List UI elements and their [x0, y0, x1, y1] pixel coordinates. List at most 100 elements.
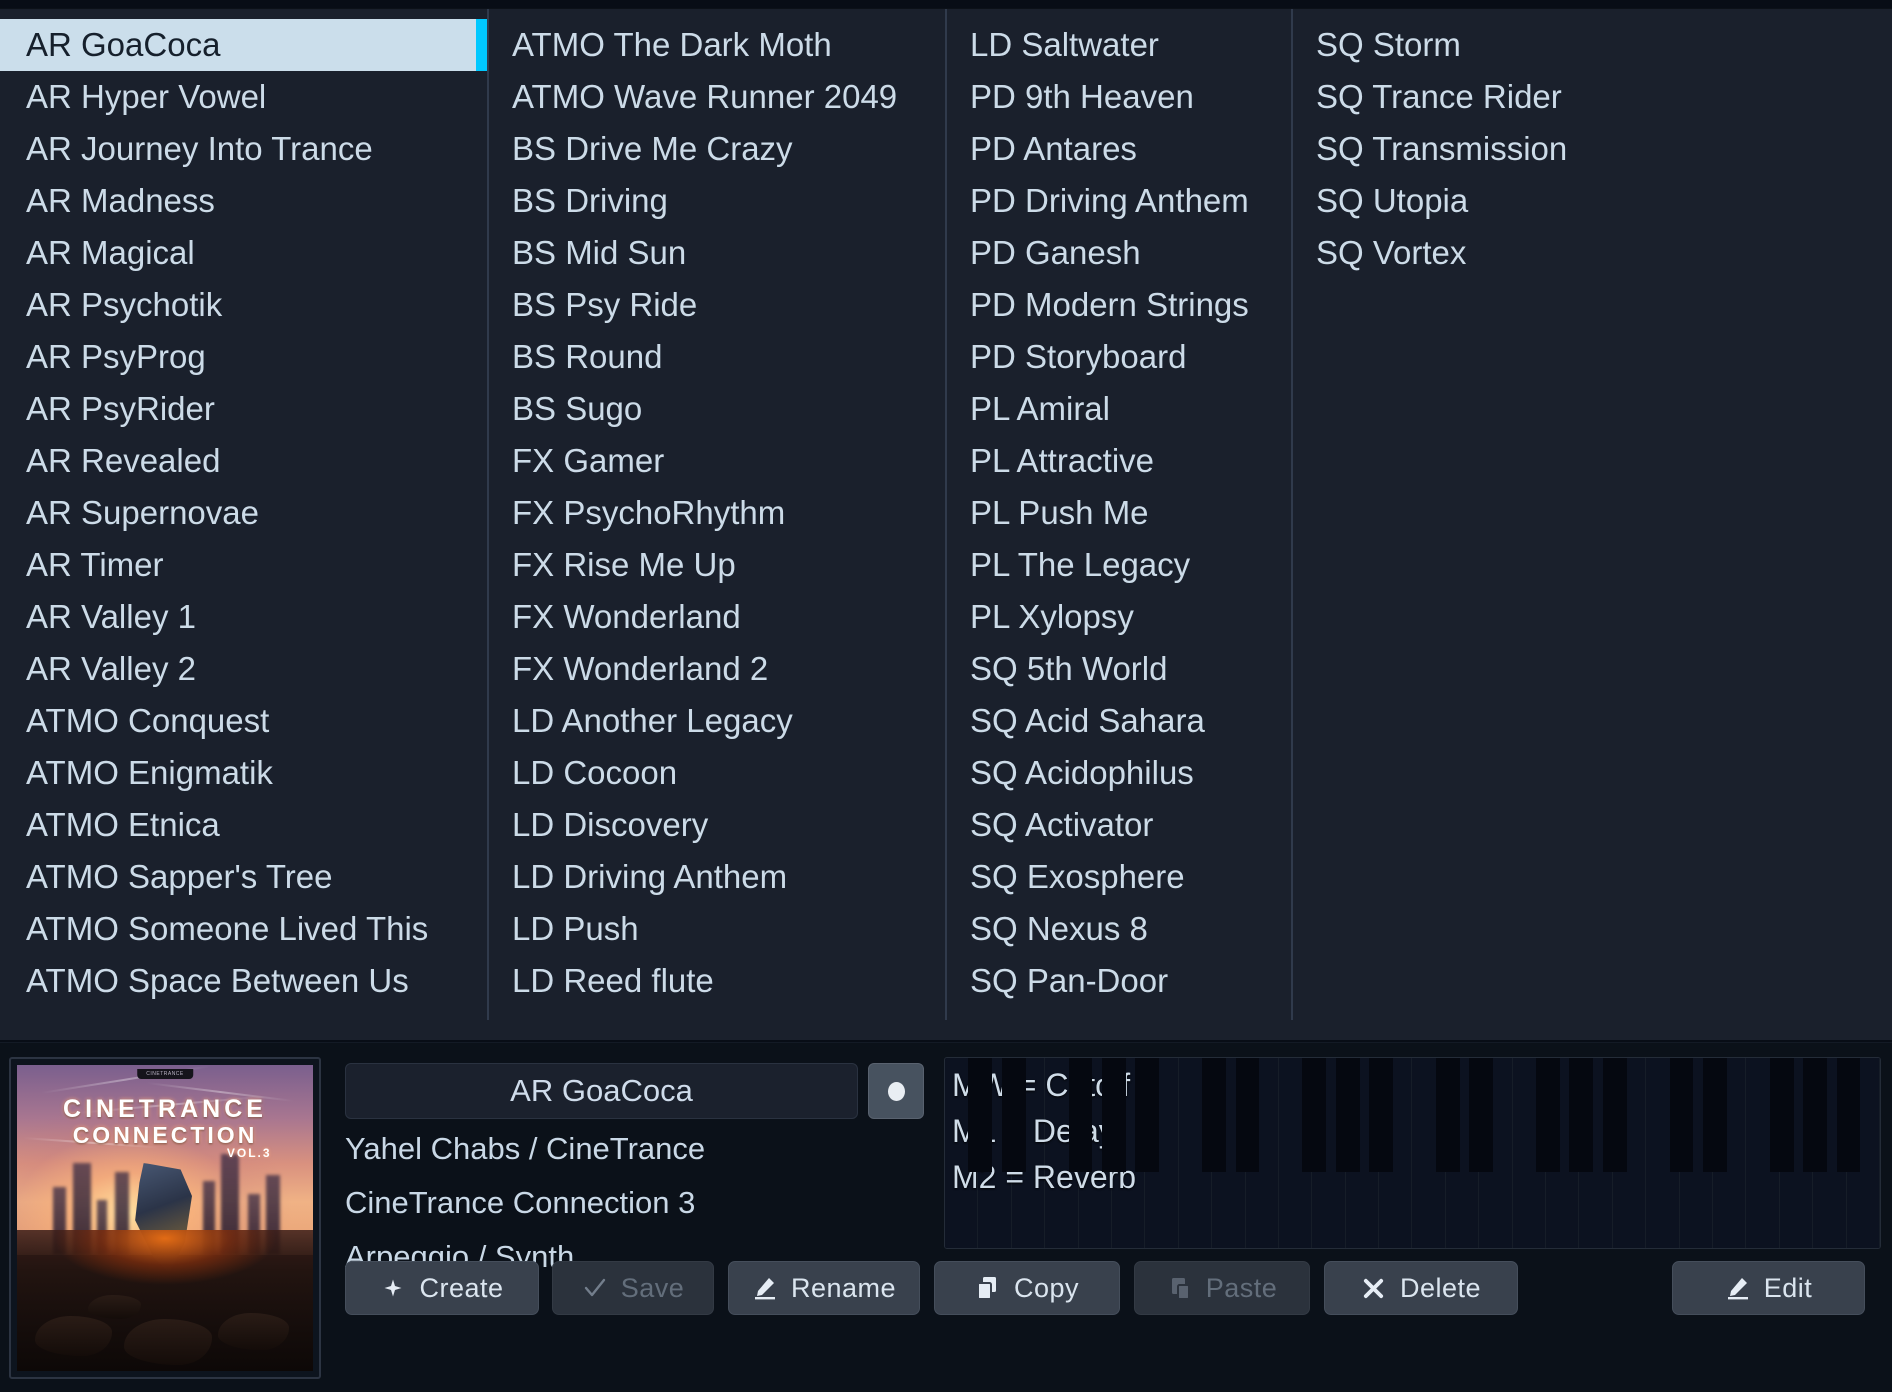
preset-list-panel: AR GoaCoca AR Hyper Vowel AR Journey Into …: [0, 8, 1892, 1040]
preset-list-item[interactable]: SQ Acidophilus: [946, 747, 1292, 799]
preset-list-item[interactable]: BS Psy Ride: [488, 279, 946, 331]
preset-list-item[interactable]: SQ Utopia: [1292, 175, 1892, 227]
preset-list-item-selected[interactable]: AR GoaCoca: [0, 19, 488, 71]
preset-list-item[interactable]: AR Journey Into Trance: [0, 123, 488, 175]
preset-list-item[interactable]: SQ Activator: [946, 799, 1292, 851]
piano-black-key[interactable]: [1302, 1058, 1327, 1172]
preset-list-item[interactable]: BS Round: [488, 331, 946, 383]
preset-list-item[interactable]: PD Modern Strings: [946, 279, 1292, 331]
piano-black-key[interactable]: [1602, 1058, 1627, 1172]
copy-button[interactable]: Copy: [934, 1261, 1120, 1315]
preset-list-item[interactable]: LD Discovery: [488, 799, 946, 851]
preset-list-item[interactable]: BS Mid Sun: [488, 227, 946, 279]
piano-black-key[interactable]: [1769, 1058, 1794, 1172]
preset-list-item[interactable]: LD Reed flute: [488, 955, 946, 1007]
preset-list-item[interactable]: PD Antares: [946, 123, 1292, 175]
preset-list-item[interactable]: PL Xylopsy: [946, 591, 1292, 643]
artwork-brand-tag: CINETRANCE: [137, 1068, 193, 1079]
piano-black-key[interactable]: [1101, 1058, 1126, 1172]
preset-list-item[interactable]: AR Revealed: [0, 435, 488, 487]
preset-list-item[interactable]: SQ Pan-Door: [946, 955, 1292, 1007]
preset-list-item[interactable]: AR Valley 2: [0, 643, 488, 695]
piano-black-key[interactable]: [1235, 1058, 1260, 1172]
preset-name-field[interactable]: AR GoaCoca: [345, 1063, 858, 1119]
preset-list-item[interactable]: AR PsyProg: [0, 331, 488, 383]
save-button[interactable]: Save: [552, 1261, 714, 1315]
piano-black-key[interactable]: [1803, 1058, 1828, 1172]
preset-list-item[interactable]: ATMO Space Between Us: [0, 955, 488, 1007]
preset-list-item[interactable]: AR Timer: [0, 539, 488, 591]
preset-list-item[interactable]: FX Wonderland: [488, 591, 946, 643]
piano-black-key[interactable]: [1836, 1058, 1861, 1172]
preset-list-item[interactable]: AR Hyper Vowel: [0, 71, 488, 123]
preset-list-item[interactable]: AR Madness: [0, 175, 488, 227]
piano-black-key[interactable]: [968, 1058, 993, 1172]
preset-list-item[interactable]: LD Cocoon: [488, 747, 946, 799]
preset-list-item[interactable]: PD Ganesh: [946, 227, 1292, 279]
rename-button-label: Rename: [790, 1272, 897, 1303]
preset-list-item[interactable]: BS Drive Me Crazy: [488, 123, 946, 175]
piano-black-key[interactable]: [1569, 1058, 1594, 1172]
preset-list-item[interactable]: FX Wonderland 2: [488, 643, 946, 695]
preset-detail-panel: CINETRANCE CINETRANCE CONNECTION VOL.3 A…: [0, 1042, 1892, 1392]
preset-list-item[interactable]: SQ Acid Sahara: [946, 695, 1292, 747]
preset-action-bar: Create Save Rename Copy Paste Delete Edi…: [0, 1261, 1892, 1327]
preset-list-item[interactable]: FX Rise Me Up: [488, 539, 946, 591]
preset-list-item[interactable]: AR PsyRider: [0, 383, 488, 435]
preset-list-item[interactable]: AR Magical: [0, 227, 488, 279]
preset-list-item[interactable]: SQ Transmission: [1292, 123, 1892, 175]
preset-list-item[interactable]: ATMO Etnica: [0, 799, 488, 851]
preset-list-item[interactable]: ATMO Enigmatik: [0, 747, 488, 799]
preset-list-item[interactable]: PD Storyboard: [946, 331, 1292, 383]
preset-list-item[interactable]: LD Another Legacy: [488, 695, 946, 747]
piano-black-key[interactable]: [1703, 1058, 1727, 1172]
pencil-icon: [1725, 1275, 1751, 1301]
preset-list-item[interactable]: FX Gamer: [488, 435, 946, 487]
preset-list-item[interactable]: ATMO Wave Runner 2049: [488, 71, 946, 123]
piano-black-key[interactable]: [1068, 1058, 1093, 1172]
preset-list-item[interactable]: LD Saltwater: [946, 19, 1292, 71]
create-button[interactable]: Create: [345, 1261, 539, 1315]
preset-list-item[interactable]: ATMO Someone Lived This: [0, 903, 488, 955]
piano-black-key[interactable]: [1669, 1058, 1694, 1172]
preset-list-item[interactable]: ATMO Conquest: [0, 695, 488, 747]
preset-list-item[interactable]: LD Driving Anthem: [488, 851, 946, 903]
preset-list-item[interactable]: BS Sugo: [488, 383, 946, 435]
preset-list-item[interactable]: SQ Nexus 8: [946, 903, 1292, 955]
piano-black-key[interactable]: [1469, 1058, 1494, 1172]
preset-list-item[interactable]: PL The Legacy: [946, 539, 1292, 591]
rename-button[interactable]: Rename: [728, 1261, 920, 1315]
preset-list-item[interactable]: AR Psychotik: [0, 279, 488, 331]
delete-button[interactable]: Delete: [1324, 1261, 1518, 1315]
keyboard-modulation-panel[interactable]: MW = Cutoff M1 = Delay M2 = Reverb: [944, 1057, 1881, 1249]
preset-list-item[interactable]: PL Amiral: [946, 383, 1292, 435]
preset-list-item[interactable]: PD 9th Heaven: [946, 71, 1292, 123]
artwork-title: CINETRANCE CONNECTION: [17, 1095, 313, 1148]
preset-list-item[interactable]: ATMO The Dark Moth: [488, 19, 946, 71]
paste-button[interactable]: Paste: [1134, 1261, 1310, 1315]
preset-list-item[interactable]: BS Driving: [488, 175, 946, 227]
piano-black-key[interactable]: [1001, 1058, 1026, 1172]
edit-button[interactable]: Edit: [1672, 1261, 1865, 1315]
album-artwork[interactable]: CINETRANCE CINETRANCE CONNECTION VOL.3: [9, 1057, 321, 1379]
preset-list-item[interactable]: AR Valley 1: [0, 591, 488, 643]
piano-black-key[interactable]: [1369, 1058, 1393, 1172]
piano-black-key[interactable]: [1335, 1058, 1360, 1172]
favorite-button[interactable]: [868, 1063, 924, 1119]
preset-list-item[interactable]: SQ 5th World: [946, 643, 1292, 695]
preset-list-item[interactable]: ATMO Sapper's Tree: [0, 851, 488, 903]
preset-list-item[interactable]: SQ Vortex: [1292, 227, 1892, 279]
piano-black-key[interactable]: [1435, 1058, 1460, 1172]
preset-list-item[interactable]: FX PsychoRhythm: [488, 487, 946, 539]
preset-list-item[interactable]: LD Push: [488, 903, 946, 955]
preset-list-item[interactable]: PD Driving Anthem: [946, 175, 1292, 227]
preset-list-item[interactable]: PL Push Me: [946, 487, 1292, 539]
piano-black-key[interactable]: [1202, 1058, 1226, 1172]
piano-black-key[interactable]: [1536, 1058, 1560, 1172]
piano-black-key[interactable]: [1135, 1058, 1160, 1172]
preset-list-item[interactable]: SQ Exosphere: [946, 851, 1292, 903]
preset-list-item[interactable]: AR Supernovae: [0, 487, 488, 539]
preset-list-item[interactable]: SQ Trance Rider: [1292, 71, 1892, 123]
preset-list-item[interactable]: SQ Storm: [1292, 19, 1892, 71]
preset-list-item[interactable]: PL Attractive: [946, 435, 1292, 487]
